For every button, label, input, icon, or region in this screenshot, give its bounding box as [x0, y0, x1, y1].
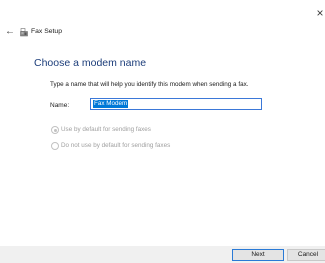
close-button[interactable]: ×: [314, 7, 325, 19]
instruction-text: Type a name that will help you identify …: [50, 81, 249, 88]
option-use-default: Use by default for sending faxes: [51, 125, 151, 135]
next-button[interactable]: Next: [232, 249, 284, 261]
option-use-default-label: Use by default for sending faxes: [61, 126, 151, 133]
option-do-not-use-default: Do not use by default for sending faxes: [51, 141, 170, 151]
radio-selected-icon: [51, 126, 59, 134]
name-input[interactable]: Fax Modem: [90, 98, 262, 110]
back-arrow-icon: ←: [5, 26, 15, 37]
name-label: Name:: [50, 102, 70, 109]
fax-icon: [20, 28, 28, 37]
option-do-not-use-default-label: Do not use by default for sending faxes: [61, 142, 171, 149]
name-input-value: Fax Modem: [93, 100, 129, 108]
radio-unselected-icon: [51, 142, 59, 150]
window-title: Fax Setup: [31, 28, 62, 35]
close-icon: ×: [316, 6, 324, 20]
back-button[interactable]: ←: [5, 26, 17, 38]
cancel-button[interactable]: Cancel: [287, 249, 325, 261]
page-heading: Choose a modem name: [34, 57, 147, 69]
